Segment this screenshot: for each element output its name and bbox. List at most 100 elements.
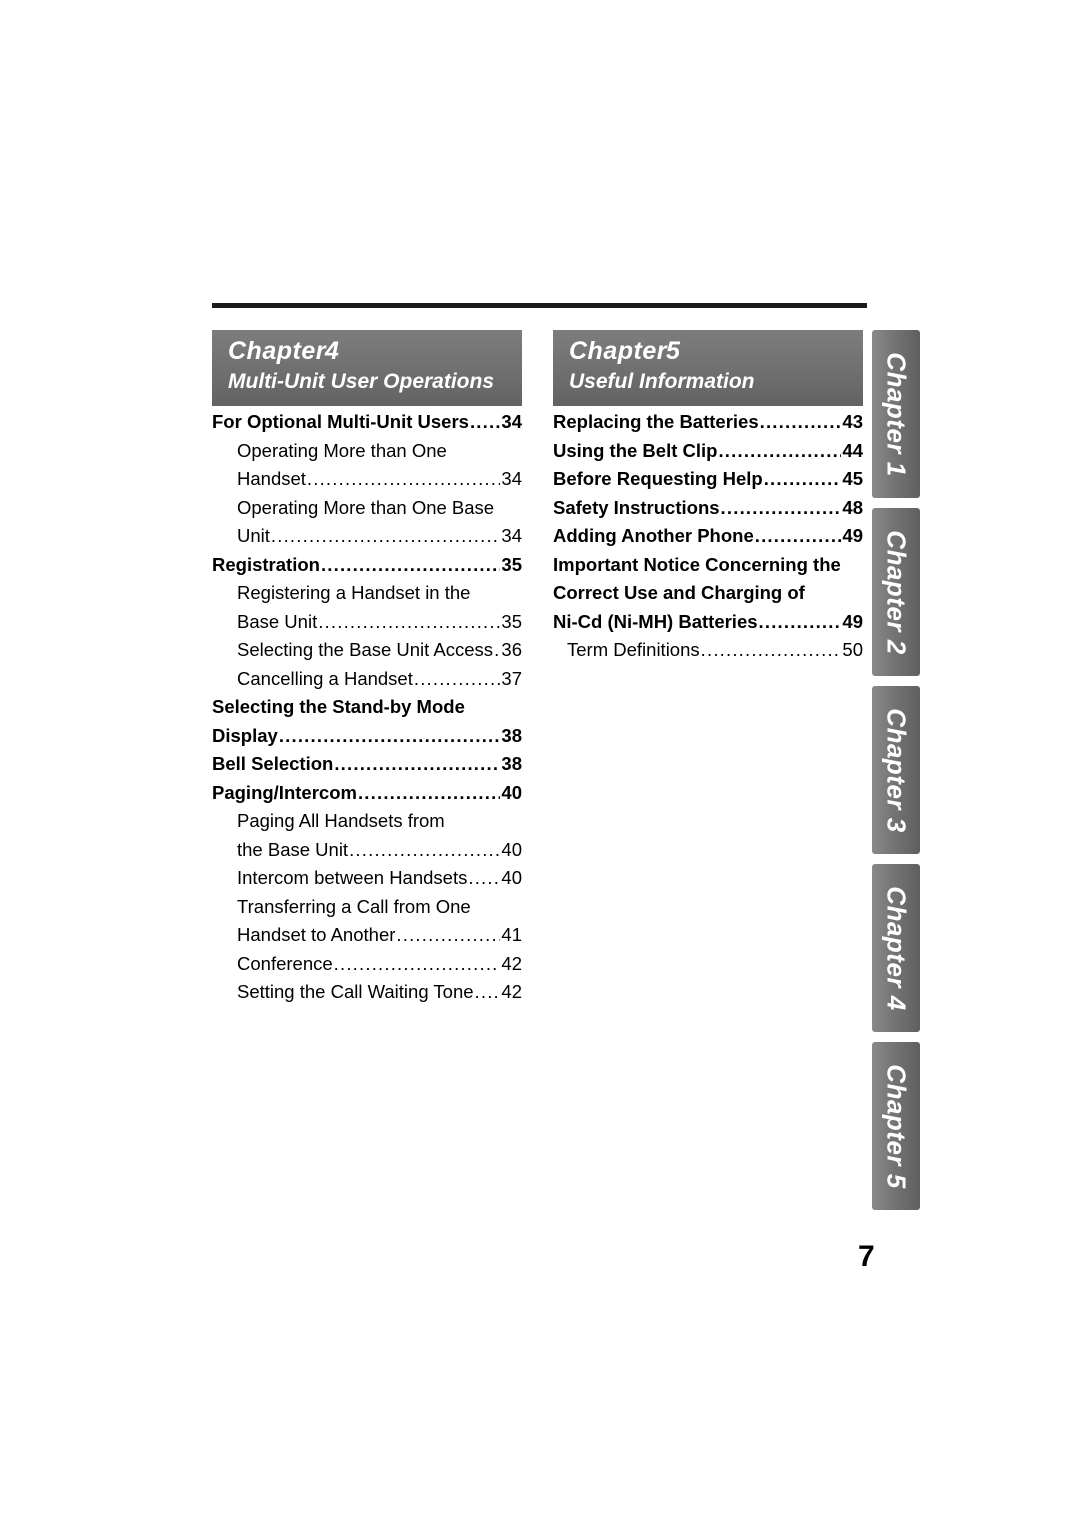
toc-dot-leader: ........................................… xyxy=(469,411,501,432)
toc-dot-leader: ........................................… xyxy=(718,439,842,461)
chapter-tab-1-text: Chapter 1 xyxy=(881,351,912,477)
toc-entry[interactable]: Registration............................… xyxy=(212,551,522,580)
toc-entry[interactable]: Handset to Another......................… xyxy=(212,921,522,950)
toc-entry[interactable]: Term Definitions........................… xyxy=(553,636,863,665)
chapter-header-5: Chapter 5 Useful Information xyxy=(553,330,863,406)
chapter-tab-2[interactable]: Chapter 2 xyxy=(872,508,920,676)
toc-entry[interactable]: Transferring a Call from One............… xyxy=(212,893,522,922)
toc-entry[interactable]: Safety Instructions.....................… xyxy=(553,494,863,523)
toc-entry[interactable]: Operating More than One Base............… xyxy=(212,494,522,523)
toc-dot-leader: ........................................… xyxy=(468,867,501,888)
chapter-title: Useful Information xyxy=(569,370,755,393)
toc-entry-text: Safety Instructions xyxy=(553,496,720,518)
toc-entry-page: 48 xyxy=(842,496,863,518)
chapter-tab-4[interactable]: Chapter 4 xyxy=(872,864,920,1032)
toc-dot-leader: ........................................… xyxy=(333,952,501,974)
toc-dot-leader: ........................................… xyxy=(720,496,842,518)
toc-entry[interactable]: Paging All Handsets from................… xyxy=(212,807,522,836)
toc-entry-text: Operating More than One xyxy=(237,439,447,461)
toc-dot-leader: ........................................… xyxy=(320,553,500,575)
toc-entry-page: 34 xyxy=(501,525,522,546)
toc-entry-text: Selecting the Base Unit Access xyxy=(237,639,494,660)
chapter-number: 5 xyxy=(666,337,680,365)
toc-entry-text: Setting the Call Waiting Tone xyxy=(237,981,474,1002)
toc-entry[interactable]: Paging/Intercom.........................… xyxy=(212,779,522,808)
chapter-tab-3-text: Chapter 3 xyxy=(881,707,912,833)
toc-entry[interactable]: Adding Another Phone....................… xyxy=(553,522,863,551)
toc-entry-text: Replacing the Batteries xyxy=(553,411,759,432)
toc-column-left: For Optional Multi-Unit Users...........… xyxy=(212,408,522,1007)
toc-entry[interactable]: Intercom between Handsets...............… xyxy=(212,864,522,893)
chapter-number: 4 xyxy=(325,337,339,365)
toc-entry-text: Term Definitions xyxy=(567,639,700,660)
toc-entry-page: 40 xyxy=(501,867,522,888)
toc-entry[interactable]: Operating More than One.................… xyxy=(212,437,522,466)
toc-entry-page: 42 xyxy=(501,952,522,974)
toc-column-right: Replacing the Batteries.................… xyxy=(553,408,863,665)
toc-entry-page: 34 xyxy=(501,411,522,432)
toc-dot-leader: ........................................… xyxy=(270,525,501,546)
chapter-title: Multi-Unit User Operations xyxy=(228,370,495,393)
chapter-tab-3[interactable]: Chapter 3 xyxy=(872,686,920,854)
toc-entry-text: Handset to Another xyxy=(237,924,396,945)
toc-dot-leader: ........................................… xyxy=(357,781,500,803)
toc-entry-text: Registration xyxy=(212,553,320,575)
toc-entry-text: Transferring a Call from One xyxy=(237,895,471,917)
chapter-tab-4-text: Chapter 4 xyxy=(881,885,912,1011)
toc-entry-text: Before Requesting Help xyxy=(553,468,763,489)
toc-entry-page: 37 xyxy=(501,667,522,689)
toc-entry[interactable]: the Base Unit...........................… xyxy=(212,836,522,865)
toc-entry-page: 49 xyxy=(842,525,863,546)
toc-entry-text: Intercom between Handsets xyxy=(237,867,468,888)
toc-entry[interactable]: Handset.................................… xyxy=(212,465,522,494)
toc-entry[interactable]: Unit....................................… xyxy=(212,522,522,551)
toc-entry[interactable]: Before Requesting Help..................… xyxy=(553,465,863,494)
toc-entry[interactable]: Bell Selection..........................… xyxy=(212,750,522,779)
toc-entry[interactable]: Selecting the Base Unit Access..........… xyxy=(212,636,522,665)
toc-entry-page: 43 xyxy=(842,411,863,432)
toc-entry-page: 40 xyxy=(501,838,522,860)
chapter-label: Chapter xyxy=(228,337,326,365)
toc-dot-leader: ........................................… xyxy=(396,924,500,945)
toc-entry-text: Important Notice Concerning the xyxy=(553,553,841,575)
toc-entry[interactable]: For Optional Multi-Unit Users...........… xyxy=(212,408,522,437)
toc-entry[interactable]: Cancelling a Handset....................… xyxy=(212,665,522,694)
toc-entry[interactable]: Important Notice Concerning the.........… xyxy=(553,551,863,580)
toc-entry-text: Handset xyxy=(237,468,306,489)
toc-entry[interactable]: Display.................................… xyxy=(212,722,522,751)
toc-entry[interactable]: Setting the Call Waiting Tone...........… xyxy=(212,978,522,1007)
page-number: 7 xyxy=(858,1240,875,1273)
toc-entry-text: Using the Belt Clip xyxy=(553,439,718,461)
chapter-label: Chapter xyxy=(569,337,667,365)
toc-entry[interactable]: Correct Use and Charging of.............… xyxy=(553,579,863,608)
toc-dot-leader: ........................................… xyxy=(334,753,500,774)
chapter-tab-1[interactable]: Chapter 1 xyxy=(872,330,920,498)
toc-entry[interactable]: Selecting the Stand-by Mode.............… xyxy=(212,693,522,722)
toc-entry-page: 40 xyxy=(501,781,522,803)
chapter-tab-5-text: Chapter 5 xyxy=(881,1063,912,1189)
toc-entry[interactable]: Using the Belt Clip.....................… xyxy=(553,437,863,466)
toc-entry[interactable]: Base Unit...............................… xyxy=(212,608,522,637)
chapter-tab-5[interactable]: Chapter 5 xyxy=(872,1042,920,1210)
toc-entry[interactable]: Ni-Cd (Ni-MH) Batteries.................… xyxy=(553,608,863,637)
toc-entry-page: 42 xyxy=(501,981,522,1002)
toc-entry-page: 34 xyxy=(501,468,522,489)
toc-entry-text: Registering a Handset in the xyxy=(237,582,471,603)
toc-entry-page: 35 xyxy=(501,610,522,632)
toc-dot-leader: ........................................… xyxy=(700,639,842,660)
toc-dot-leader: ........................................… xyxy=(318,610,500,632)
toc-dot-leader: ........................................… xyxy=(474,981,501,1002)
toc-entry-text: For Optional Multi-Unit Users xyxy=(212,411,469,432)
chapter-header-4: Chapter 4 Multi-Unit User Operations xyxy=(212,330,522,406)
header-rule xyxy=(212,303,867,308)
toc-entry-text: Paging/Intercom xyxy=(212,781,357,803)
toc-entry[interactable]: Replacing the Batteries.................… xyxy=(553,408,863,437)
toc-entry-text: Cancelling a Handset xyxy=(237,667,413,689)
toc-entry-text: Adding Another Phone xyxy=(553,525,754,546)
toc-entry-page: 38 xyxy=(501,753,522,774)
toc-dot-leader: ........................................… xyxy=(306,468,501,489)
toc-entry-text: Conference xyxy=(237,952,333,974)
toc-entry-page: 50 xyxy=(842,639,863,660)
toc-entry[interactable]: Registering a Handset in the............… xyxy=(212,579,522,608)
toc-entry[interactable]: Conference..............................… xyxy=(212,950,522,979)
